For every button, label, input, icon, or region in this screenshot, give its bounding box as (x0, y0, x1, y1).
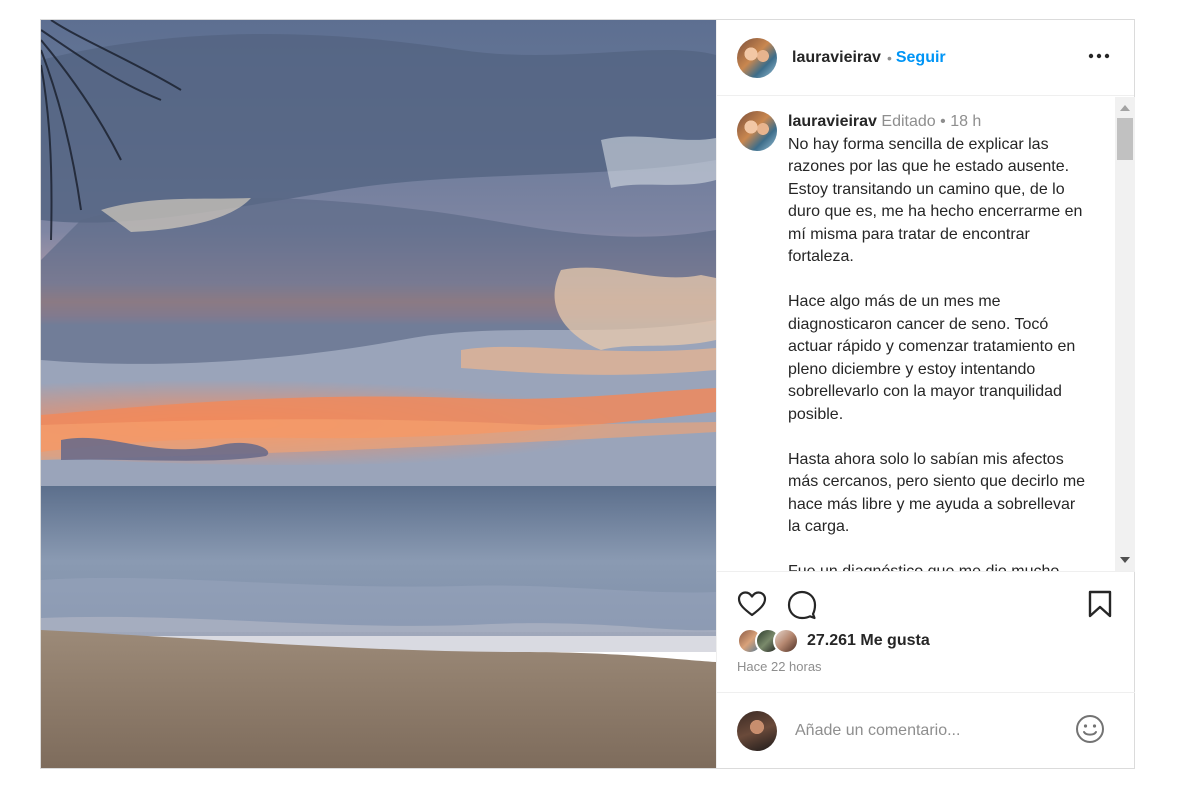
comment-icon[interactable] (787, 590, 817, 620)
caption-age[interactable]: 18 h (950, 113, 981, 130)
more-options-icon[interactable] (1086, 46, 1112, 66)
caption-paragraph: No hay forma sencilla de explicar las ra… (788, 135, 1083, 266)
header-separator: • (886, 49, 892, 66)
caption-username[interactable]: lauravieirav (788, 113, 877, 130)
sunset-beach-image (41, 20, 716, 768)
caption-paragraph: Hace algo más de un mes me diagnosticaro… (788, 293, 1076, 423)
scroll-down-arrow-icon[interactable] (1120, 557, 1130, 563)
comment-bar (717, 692, 1135, 768)
post-photo[interactable] (41, 20, 716, 768)
bookmark-icon[interactable] (1087, 590, 1113, 618)
post-header: lauravieirav • Seguir (717, 20, 1134, 96)
heart-icon[interactable] (737, 590, 767, 618)
caption-author-avatar[interactable] (737, 111, 777, 151)
caption-paragraph: Fue un diagnóstico que me dio mucho (788, 561, 1092, 571)
caption-body: lauravieirav Editado • 18 h No hay forma… (788, 111, 1092, 571)
comment-input[interactable] (793, 720, 1067, 741)
liker-avatar (773, 628, 799, 654)
follow-button[interactable]: Seguir (896, 49, 946, 67)
scrollbar-thumb[interactable] (1117, 118, 1133, 160)
post-sidebar: lauravieirav • Seguir lauravieirav Edita… (716, 20, 1135, 768)
current-user-avatar (737, 710, 777, 751)
emoji-icon[interactable] (1075, 714, 1105, 744)
author-username[interactable]: lauravieirav (792, 49, 881, 67)
likes-count[interactable]: 27.261 Me gusta (807, 632, 930, 650)
caption-paragraph: Hasta ahora solo lo sabían mis afectos m… (788, 450, 1086, 536)
likes-summary[interactable]: 27.261 Me gusta (737, 628, 930, 654)
caption-separator: • (940, 113, 946, 130)
caption-scroll-area[interactable]: lauravieirav Editado • 18 h No hay forma… (717, 97, 1135, 571)
scroll-up-arrow-icon[interactable] (1120, 105, 1130, 111)
caption: lauravieirav Editado • 18 h No hay forma… (717, 97, 1135, 571)
caption-scrollbar[interactable] (1115, 97, 1135, 571)
action-bar (717, 571, 1135, 631)
edited-label: Editado (881, 113, 936, 130)
post-timestamp[interactable]: Hace 22 horas (737, 659, 822, 674)
author-avatar[interactable] (737, 37, 777, 78)
post-dialog: lauravieirav • Seguir lauravieirav Edita… (40, 19, 1135, 769)
